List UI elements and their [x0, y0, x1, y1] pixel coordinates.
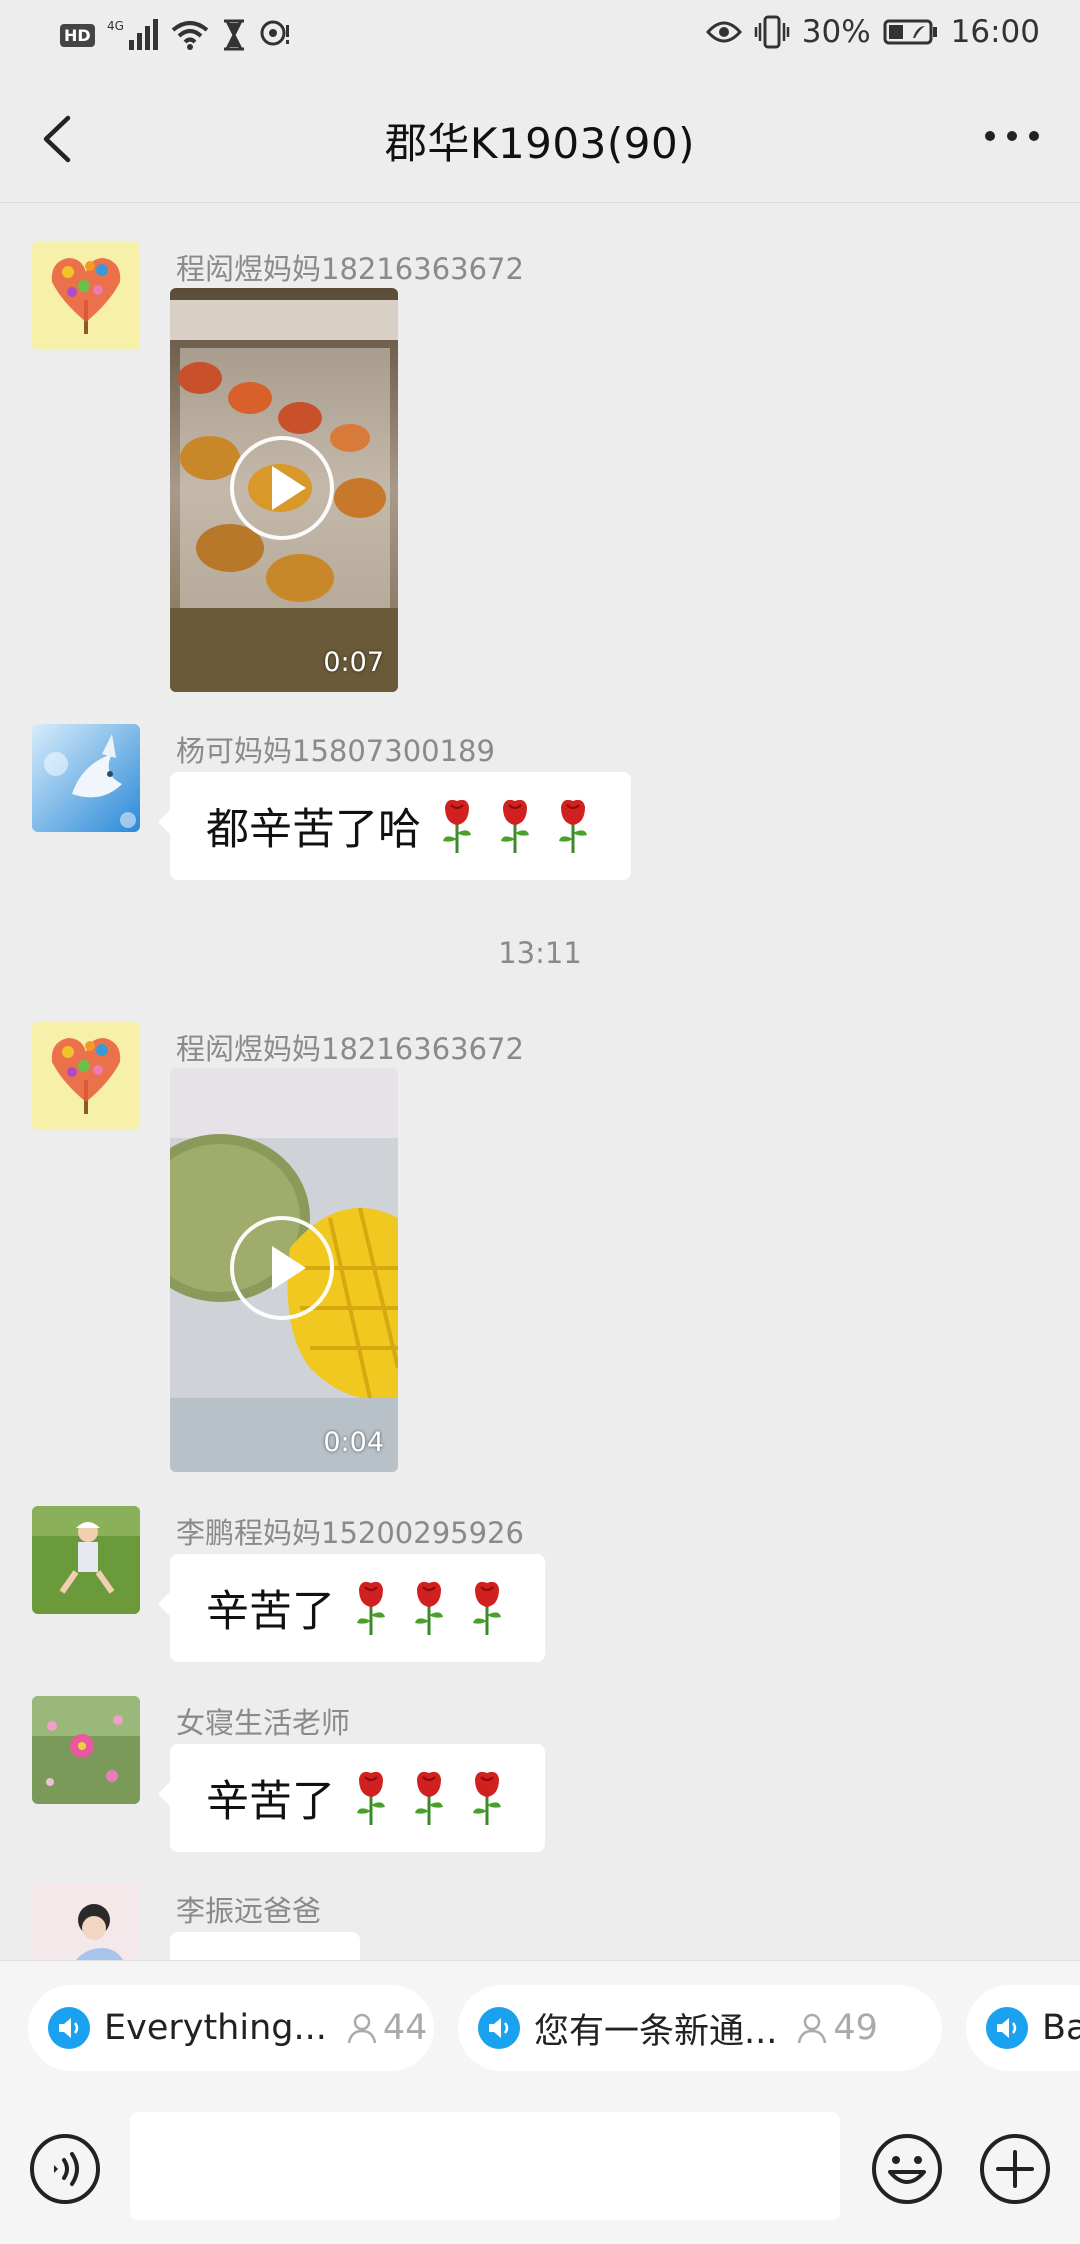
notice-title: 您有一条新通...	[534, 2011, 778, 2052]
video-duration: 0:04	[323, 1427, 384, 1458]
voice-input-icon[interactable]	[28, 2132, 102, 2206]
person-icon	[347, 2013, 377, 2044]
add-icon[interactable]	[978, 2132, 1052, 2206]
notice-pill[interactable]: 您有一条新通... 49	[458, 1985, 942, 2071]
status-bar: HD 4G 30% 16:00	[0, 0, 1080, 72]
avatar[interactable]	[32, 724, 140, 832]
rose-icon	[415, 1771, 443, 1825]
notice-viewers: 49	[795, 2008, 878, 2048]
notice-count: 49	[833, 2008, 878, 2048]
play-icon[interactable]	[230, 436, 334, 540]
sender-name: 杨可妈妈15807300189	[176, 734, 495, 768]
notice-strip[interactable]: Everything... 44 您有一条新通... 49 Ba	[0, 1960, 1080, 2097]
battery-percent: 30%	[801, 14, 871, 50]
message-bubble[interactable]: 都辛苦了哈	[158, 772, 631, 880]
sender-name: 女寝生活老师	[176, 1706, 351, 1740]
rose-icon	[357, 1771, 385, 1825]
notice-count: 44	[382, 2008, 428, 2048]
status-left: HD 4G	[60, 18, 293, 52]
wifi-icon	[171, 21, 208, 50]
video-duration: 0:07	[323, 647, 384, 678]
time-divider: 13:11	[498, 936, 582, 970]
video-message[interactable]: 0:07	[170, 288, 398, 692]
speaker-icon	[478, 2007, 520, 2049]
rose-icon	[357, 1581, 385, 1635]
message-bubble[interactable]	[170, 1932, 360, 1960]
heart-tree-avatar-image	[32, 1022, 140, 1130]
notice-pill[interactable]: Everything... 44	[28, 1985, 434, 2071]
play-icon[interactable]	[230, 1216, 334, 1320]
sender-name: 程闳煜妈妈18216363672	[176, 252, 524, 286]
vibrate-icon	[754, 15, 789, 49]
emoji-icon[interactable]	[870, 2132, 944, 2206]
input-bar	[0, 2096, 1080, 2244]
notice-pill[interactable]: Ba	[966, 1985, 1080, 2071]
rose-icon	[559, 799, 587, 853]
message-input[interactable]	[130, 2112, 840, 2220]
sender-name: 李鹏程妈妈15200295926	[176, 1516, 524, 1550]
notice-viewers: 44	[345, 2008, 428, 2048]
rose-icon	[473, 1771, 501, 1825]
heart-tree-avatar-image	[32, 242, 140, 350]
battery-icon	[883, 19, 937, 45]
notice-title: Ba	[1042, 2008, 1080, 2048]
speaker-icon	[986, 2007, 1028, 2049]
status-right: 30% 16:00	[705, 14, 1040, 50]
hourglass-icon	[223, 19, 244, 51]
fox-avatar-image	[32, 724, 140, 832]
message-bubble[interactable]: 辛苦了	[158, 1554, 545, 1662]
speaker-icon	[48, 2007, 90, 2049]
video-message[interactable]: 0:04	[170, 1068, 398, 1472]
rose-icon	[473, 1581, 501, 1635]
cell-signal-icon: 4G	[107, 19, 158, 50]
title-bar: 郡华K1903(90)	[0, 72, 1080, 203]
avatar[interactable]	[32, 1022, 140, 1130]
flower-avatar-image	[32, 1696, 140, 1804]
avatar[interactable]	[32, 1506, 140, 1614]
clock: 16:00	[950, 14, 1040, 50]
rose-icon	[443, 799, 471, 853]
notice-title: Everything...	[104, 2008, 327, 2048]
message-text: 都辛苦了哈	[206, 805, 421, 855]
more-icon[interactable]	[980, 116, 1044, 156]
avatar[interactable]	[32, 242, 140, 350]
girl-in-grass-avatar-image	[32, 1506, 140, 1614]
rose-icon	[501, 799, 529, 853]
svg-text:4G: 4G	[107, 19, 124, 33]
avatar[interactable]	[32, 1696, 140, 1804]
sender-name: 李振远爸爸	[176, 1894, 322, 1928]
message-text: 辛苦了	[206, 1587, 335, 1637]
rose-icon	[415, 1581, 443, 1635]
page-title: 郡华K1903(90)	[384, 119, 696, 168]
nfc-icon	[260, 20, 289, 46]
chat-area[interactable]: 程闳煜妈妈18216363672 0:07 杨可妈妈15807300189 都辛…	[0, 204, 1080, 1960]
hd-badge: HD	[60, 23, 95, 47]
child-avatar-image	[32, 1884, 140, 1960]
message-bubble[interactable]: 辛苦了	[158, 1744, 545, 1852]
avatar[interactable]	[32, 1884, 140, 1960]
person-icon	[798, 2013, 827, 2044]
sender-name: 程闳煜妈妈18216363672	[176, 1032, 524, 1066]
message-text: 辛苦了	[206, 1777, 335, 1827]
eye-icon	[705, 21, 742, 43]
